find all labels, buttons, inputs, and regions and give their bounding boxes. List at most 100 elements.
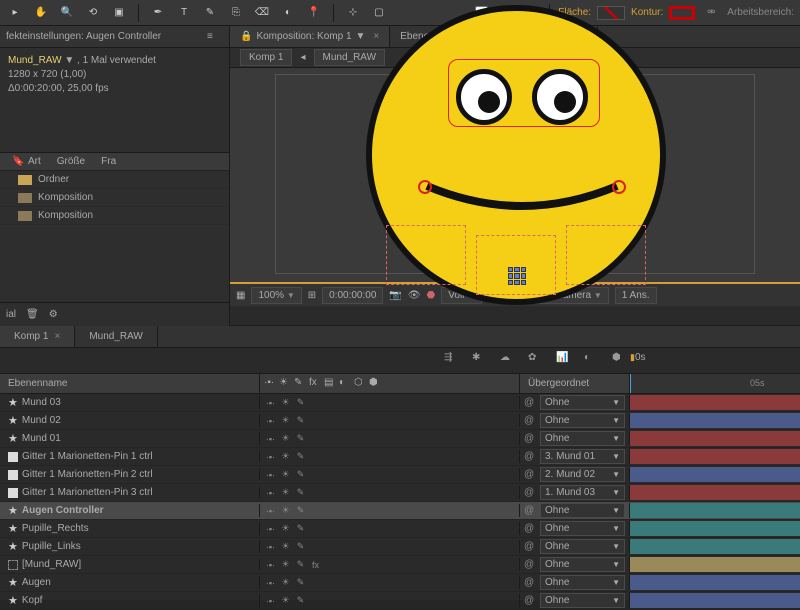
layer-bar[interactable]: [630, 395, 800, 410]
layer-track[interactable]: [630, 538, 800, 556]
layer-bar[interactable]: [630, 539, 800, 554]
switch-1[interactable]: ☀: [279, 594, 292, 607]
switch-4[interactable]: [324, 576, 337, 589]
switch-6[interactable]: [354, 558, 367, 571]
layer-bar[interactable]: [630, 467, 800, 482]
parent-dropdown[interactable]: 2. Mund 02▼: [540, 467, 625, 482]
flow-item[interactable]: Komp 1: [240, 49, 292, 66]
switch-5[interactable]: [339, 450, 352, 463]
parent-dropdown[interactable]: Ohne▼: [540, 521, 625, 536]
timecode-display[interactable]: 0:00:00:00: [322, 287, 383, 304]
timeline-tab[interactable]: Mund_RAW: [75, 326, 158, 347]
switch-2[interactable]: ✎: [294, 450, 307, 463]
switch-2[interactable]: ✎: [294, 468, 307, 481]
flow-item[interactable]: Mund_RAW: [314, 49, 386, 66]
switch-4[interactable]: [324, 486, 337, 499]
layer-bar[interactable]: [630, 557, 800, 572]
switch-2[interactable]: ✎: [294, 540, 307, 553]
switch-3[interactable]: fx: [309, 558, 322, 571]
adjustment-icon[interactable]: ◐: [584, 352, 602, 370]
roto-tool-icon[interactable]: ◐: [279, 4, 297, 22]
switch-2[interactable]: ✎: [294, 558, 307, 571]
switch-1[interactable]: ☀: [279, 468, 292, 481]
switch-7[interactable]: [369, 540, 382, 553]
layer-track[interactable]: [630, 520, 800, 538]
switch-2[interactable]: ✎: [294, 486, 307, 499]
switch-4[interactable]: [324, 504, 337, 517]
switch-5[interactable]: [339, 396, 352, 409]
layer-bar[interactable]: [630, 503, 800, 518]
col-parent[interactable]: Übergeordnet: [520, 374, 630, 393]
col-type[interactable]: Art: [20, 156, 49, 167]
parent-dropdown[interactable]: Ohne▼: [540, 593, 625, 608]
motion-blur-icon[interactable]: ☁: [500, 352, 518, 370]
layer-bar[interactable]: [630, 521, 800, 536]
switch-1[interactable]: ☀: [279, 486, 292, 499]
switch-7[interactable]: [369, 414, 382, 427]
parent-dropdown[interactable]: 1. Mund 03▼: [540, 485, 625, 500]
layer-track[interactable]: [630, 592, 800, 610]
mouth-pin-left[interactable]: [418, 180, 432, 194]
close-icon[interactable]: ×: [373, 31, 379, 42]
rotate-tool-icon[interactable]: ⟲: [84, 4, 102, 22]
viewport[interactable]: [230, 68, 800, 282]
show-icon[interactable]: 👁: [408, 290, 421, 301]
dropdown-icon[interactable]: ▼: [356, 31, 366, 42]
switch-7[interactable]: [369, 468, 382, 481]
layer-bar[interactable]: [630, 431, 800, 446]
layer-track[interactable]: [630, 556, 800, 574]
selection-box[interactable]: [476, 235, 556, 295]
col-fps[interactable]: Fra: [93, 156, 124, 167]
pickwhip-icon[interactable]: @: [524, 595, 536, 606]
switch-5[interactable]: [339, 468, 352, 481]
switch-7[interactable]: [369, 504, 382, 517]
anchor-icon[interactable]: ⊹: [344, 4, 362, 22]
pickwhip-icon[interactable]: @: [524, 541, 536, 552]
parent-dropdown[interactable]: 3. Mund 01▼: [540, 449, 625, 464]
parent-dropdown[interactable]: Ohne▼: [540, 539, 625, 554]
switch-4[interactable]: [324, 558, 337, 571]
pickwhip-icon[interactable]: @: [524, 397, 536, 408]
switch-2[interactable]: ✎: [294, 396, 307, 409]
pickwhip-icon[interactable]: @: [524, 559, 536, 570]
project-item[interactable]: Ordner: [0, 171, 229, 189]
pickwhip-icon[interactable]: @: [524, 487, 536, 498]
switch-3[interactable]: [309, 396, 322, 409]
selection-box[interactable]: [386, 225, 466, 285]
col-layer-name[interactable]: Ebenenname: [0, 374, 260, 393]
switch-6[interactable]: [354, 522, 367, 535]
switch-5[interactable]: [339, 414, 352, 427]
frame-blend-icon[interactable]: ✱: [472, 352, 490, 370]
switch-5[interactable]: [339, 558, 352, 571]
parent-dropdown[interactable]: Ohne▼: [540, 395, 625, 410]
zoom-tool-icon[interactable]: 🔍: [58, 4, 76, 22]
puppet-pin-handle[interactable]: [508, 267, 526, 285]
switch-5[interactable]: [339, 540, 352, 553]
switch-4[interactable]: [324, 594, 337, 607]
selection-box[interactable]: [566, 225, 646, 285]
zoom-dropdown[interactable]: 100% ▼: [251, 287, 301, 304]
pickwhip-icon[interactable]: @: [524, 415, 536, 426]
switch-6[interactable]: [354, 540, 367, 553]
switch-7[interactable]: [369, 594, 382, 607]
switch-2[interactable]: ✎: [294, 522, 307, 535]
graph-icon[interactable]: 📊: [556, 352, 574, 370]
switch-4[interactable]: [324, 468, 337, 481]
switch-7[interactable]: [369, 576, 382, 589]
switch-0[interactable]: ·▪·: [264, 594, 277, 607]
res-icon[interactable]: ⊞: [308, 290, 316, 301]
switch-1[interactable]: ☀: [279, 576, 292, 589]
switch-4[interactable]: [324, 522, 337, 535]
switch-6[interactable]: [354, 594, 367, 607]
switch-6[interactable]: [354, 432, 367, 445]
switch-2[interactable]: ✎: [294, 594, 307, 607]
pickwhip-icon[interactable]: @: [524, 469, 536, 480]
switch-7[interactable]: [369, 432, 382, 445]
switch-7[interactable]: [369, 486, 382, 499]
parent-dropdown[interactable]: Ohne▼: [540, 431, 625, 446]
switch-1[interactable]: ☀: [279, 414, 292, 427]
switch-0[interactable]: ·▪·: [264, 486, 277, 499]
switch-2[interactable]: ✎: [294, 432, 307, 445]
switch-3[interactable]: [309, 468, 322, 481]
switch-6[interactable]: [354, 576, 367, 589]
